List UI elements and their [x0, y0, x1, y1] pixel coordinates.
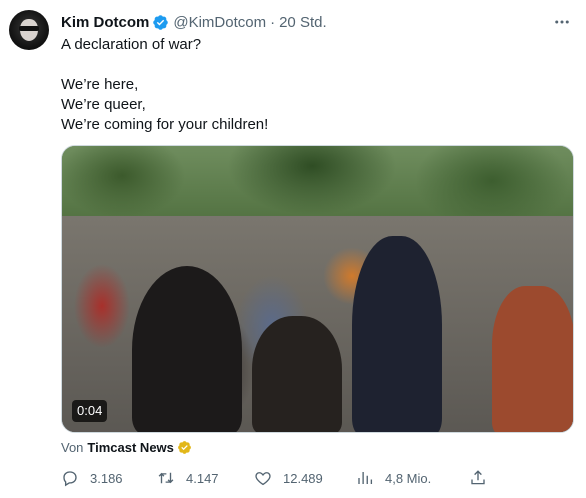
view-count: 4,8 Mio.: [385, 470, 432, 486]
video-player[interactable]: 0:04: [61, 145, 574, 433]
heart-icon: [255, 472, 271, 486]
retweet-icon: [158, 472, 174, 484]
tweet-line: We’re queer,: [61, 96, 146, 113]
tweet-header: Kim Dotcom @KimDotcom · 20 Std.: [61, 12, 546, 32]
reply-count: 3.186: [90, 470, 123, 486]
source-name[interactable]: Timcast News: [87, 440, 173, 455]
tweet-line: We’re here,: [61, 76, 139, 93]
timestamp[interactable]: 20 Std.: [279, 14, 327, 31]
retweet-button[interactable]: 4.147: [157, 467, 219, 489]
video-person: [352, 236, 442, 432]
author-handle[interactable]: @KimDotcom: [173, 14, 266, 31]
video-person: [132, 266, 242, 432]
video-person: [492, 286, 573, 432]
avatar-glasses: [19, 26, 39, 31]
reply-button[interactable]: 3.186: [61, 467, 123, 489]
video-source-attribution: Von Timcast News: [61, 438, 192, 456]
tweet-actions: 3.186 4.147 12.489 4,8 Mio.: [61, 467, 581, 489]
verified-gold-badge-icon: [177, 440, 191, 454]
like-count: 12.489: [283, 470, 323, 486]
like-button[interactable]: 12.489: [254, 467, 323, 489]
share-button[interactable]: [469, 467, 498, 489]
verified-badge-icon: [153, 14, 169, 30]
avatar[interactable]: [9, 10, 49, 50]
tweet-line: We’re coming for your children!: [61, 116, 269, 133]
reply-icon: [63, 471, 77, 487]
views-bar-chart-icon: [358, 472, 373, 484]
author-name[interactable]: Kim Dotcom: [61, 14, 149, 31]
more-options-button[interactable]: [552, 12, 572, 32]
retweet-count: 4.147: [186, 470, 219, 486]
more-dots-icon: [555, 20, 569, 24]
video-person: [252, 316, 342, 432]
tweet-line: A declaration of war?: [61, 36, 202, 53]
views-button[interactable]: 4,8 Mio.: [356, 467, 431, 489]
source-prefix: Von: [61, 439, 84, 455]
tweet-text: A declaration of war? We’re here, We’re …: [61, 35, 561, 135]
share-icon: [471, 470, 485, 485]
video-duration-badge: 0:04: [72, 400, 108, 422]
separator-dot: ·: [270, 13, 276, 31]
